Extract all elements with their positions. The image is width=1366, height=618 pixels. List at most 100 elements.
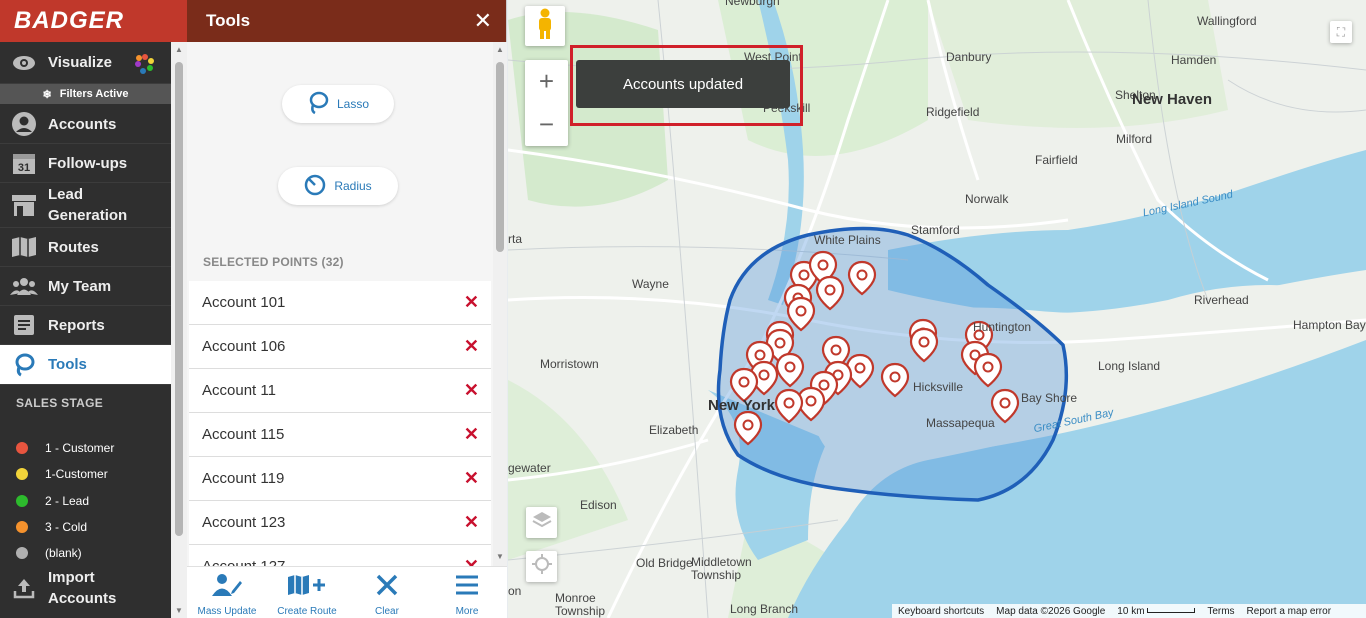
stage-dot-icon [16,468,28,480]
nav-my-team[interactable]: My Team [0,267,171,306]
list-item[interactable]: Account 106 ✕ [189,325,491,369]
place-label: Newburgh [725,0,780,8]
team-icon [10,274,38,298]
place-label: on [508,584,522,598]
street-view-pegman-button[interactable] [525,6,565,46]
nav-visualize-label: Visualize [48,54,112,71]
nav-tools[interactable]: Tools [0,345,171,385]
nav-routes[interactable]: Routes [0,228,171,267]
scroll-up-arrow-icon[interactable]: ▲ [175,45,183,54]
place-label: New York [708,397,775,414]
account-pin[interactable] [909,327,939,363]
place-label: Huntington [973,320,1032,334]
create-route-button[interactable]: Create Route [267,567,347,618]
toast-notification: Accounts updated [576,60,790,108]
fullscreen-button[interactable]: ⛶ [1330,21,1352,43]
storefront-icon [10,193,38,217]
place-label: Danbury [946,50,992,64]
legend-item[interactable]: (blank) [16,546,82,560]
left-nav: BADGER Visualize ❄ Filters Active Accoun… [0,0,187,618]
place-label: Long Branch [730,602,799,616]
legend-item[interactable]: 3 - Cold [16,520,87,534]
clear-button[interactable]: Clear [347,567,427,618]
remove-icon[interactable]: ✕ [464,556,479,566]
remove-icon[interactable]: ✕ [464,424,479,445]
account-pin[interactable] [880,362,910,398]
account-pin[interactable] [815,275,845,311]
crosshair-icon [531,553,553,580]
eye-icon [10,51,38,75]
tools-scrollbar[interactable]: ▲ ▼ [493,42,507,566]
filters-active-badge[interactable]: ❄ Filters Active [0,84,171,104]
brand-logo[interactable]: BADGER [0,0,187,42]
stage-dot-icon [16,495,28,507]
list-item[interactable]: Account 101 ✕ [189,281,491,325]
account-pin[interactable] [973,352,1003,388]
scroll-up-arrow-icon[interactable]: ▲ [496,45,504,54]
scrollbar-thumb[interactable] [175,62,183,536]
legend-item[interactable]: 1 - Customer [16,441,114,455]
more-button[interactable]: More [427,567,507,618]
radius-icon [304,174,326,199]
scrollbar-thumb[interactable] [496,62,504,252]
account-pin[interactable] [847,260,877,296]
place-label: Ridgefield [926,105,980,119]
lasso-icon [10,353,38,377]
list-item[interactable]: Account 127✕ [189,545,491,566]
zoom-out-button[interactable]: − [539,103,554,146]
remove-icon[interactable]: ✕ [464,468,479,489]
keyboard-shortcuts-link[interactable]: Keyboard shortcuts [898,606,984,617]
my-location-button[interactable] [526,551,557,582]
account-pin[interactable] [990,388,1020,424]
selected-points-title: SELECTED POINTS (32) [203,255,344,269]
palette-icon[interactable] [134,53,156,79]
mass-update-button[interactable]: Mass Update [187,567,267,618]
legend-item[interactable]: 2 - Lead [16,494,89,508]
nav-visualize[interactable]: Visualize [0,42,171,84]
report-map-error-link[interactable]: Report a map error [1247,606,1331,617]
nav-lead-generation[interactable]: Lead Generation [0,183,171,228]
fullscreen-icon: ⛶ [1336,24,1346,39]
nav-reports[interactable]: Reports [0,306,171,345]
scroll-down-arrow-icon[interactable]: ▼ [496,552,504,561]
list-item[interactable]: Account 123 ✕ [189,501,491,545]
nav-accounts[interactable]: Accounts [0,105,171,144]
scale-bar[interactable]: 10 km [1117,606,1196,617]
user-circle-icon [10,112,38,136]
list-item[interactable]: Account 115 ✕ [189,413,491,457]
layers-button[interactable] [526,507,557,538]
nav-followups[interactable]: 31 Follow-ups [0,144,171,183]
scroll-down-arrow-icon[interactable]: ▼ [175,606,183,615]
place-label: Monroe Township [555,591,606,618]
place-label: White Plains [814,233,881,247]
lasso-button[interactable]: Lasso [282,85,394,123]
remove-icon[interactable]: ✕ [464,512,479,533]
legend-item[interactable]: 1-Customer [16,467,108,481]
close-icon[interactable]: ✕ [474,8,492,34]
remove-icon[interactable]: ✕ [464,336,479,357]
clear-x-icon [375,573,399,602]
pegman-icon [535,8,555,45]
account-pin[interactable] [774,388,804,424]
remove-icon[interactable]: ✕ [464,292,479,313]
map-canvas[interactable]: Newburgh Wallingford West Point Danbury … [508,0,1366,618]
list-item[interactable]: Account 119 ✕ [189,457,491,501]
place-label: Middletown Township [691,555,752,582]
place-label: Hampton Bay [1293,318,1366,332]
scale-line [1147,608,1196,614]
nav-import-accounts[interactable]: Import Accounts [0,565,171,610]
terms-link[interactable]: Terms [1207,606,1234,617]
place-label: Edison [580,498,617,512]
layers-icon [532,511,552,534]
account-pin[interactable] [775,352,805,388]
account-pin[interactable] [786,296,816,332]
tools-title: Tools [206,11,251,30]
place-label: Fairfield [1035,153,1078,167]
list-item[interactable]: Account 11 ✕ [189,369,491,413]
radius-button[interactable]: Radius [278,167,398,205]
map-data-text: Map data ©2026 Google [996,605,1106,617]
account-pin[interactable] [733,410,763,446]
remove-icon[interactable]: ✕ [464,380,479,401]
nav-scrollbar[interactable]: ▲ ▼ [171,42,187,618]
zoom-in-button[interactable]: + [539,60,554,103]
